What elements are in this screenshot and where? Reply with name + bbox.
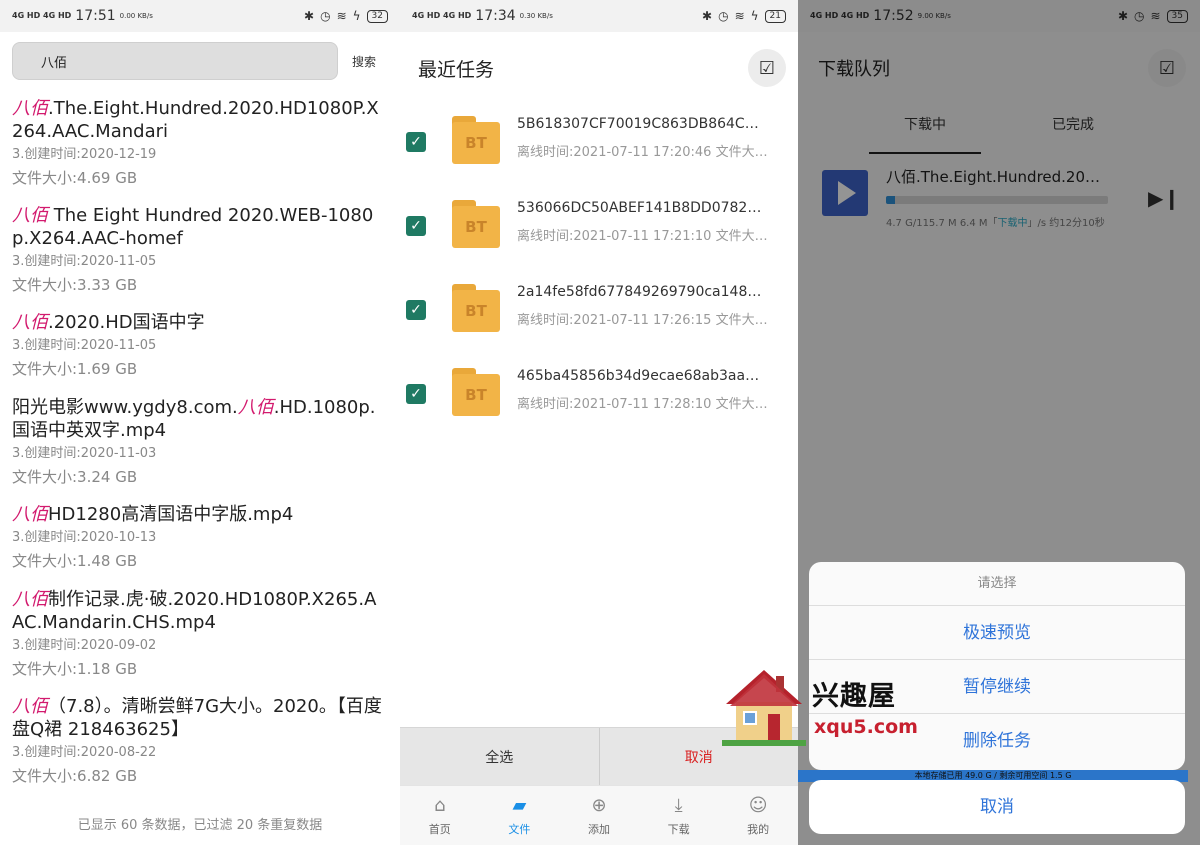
task-row[interactable]: ✓ BT 536066DC50ABEF141B8DD0782… 离线时间:2021-0…: [400, 188, 798, 272]
add-icon: ⊕: [591, 794, 607, 816]
watermark-url: xqu5.com: [814, 716, 918, 738]
tab-download[interactable]: ⤓ 下载: [639, 786, 719, 845]
result-size: 文件大小:3.24 GB: [12, 468, 138, 486]
wifi-icon: ≋: [734, 9, 745, 23]
task-detail: 离线时间:2021-07-11 17:26:15 文件大…: [517, 313, 768, 328]
result-title: 八佰（7.8）。清晰尝鲜7G大小。2020。【百度盘Q裙 218463625】: [12, 696, 382, 740]
status-bar: 4G HD 4G HD 17:51 0.00 KB/s ✱ ◷ ≋ ϟ 32: [0, 0, 400, 32]
page-title: 最近任务: [418, 58, 495, 81]
site-watermark: 兴趣屋 xqu5.com: [718, 664, 918, 748]
alarm-icon: ◷: [320, 9, 331, 23]
result-date: 3.创建时间:2020-10-13: [12, 530, 157, 545]
list-item[interactable]: 八佰HD1280高清国语中字版.mp4 3.创建时间:2020-10-13 文件大小…: [0, 503, 400, 571]
battery-level: 32: [366, 9, 388, 23]
bluetooth-icon: ✱: [304, 9, 315, 23]
list-item[interactable]: 八佰 The Eight Hundred 2020.WEB-1080p.X264…: [0, 204, 400, 295]
tab-label: 添加: [587, 822, 610, 836]
watermark-title: 兴趣屋: [812, 681, 896, 712]
charging-icon: ϟ: [352, 9, 361, 23]
checkbox[interactable]: ✓: [406, 300, 426, 320]
result-title: 八佰HD1280高清国语中字版.mp4: [12, 504, 294, 525]
wifi-icon: ≋: [336, 9, 347, 23]
bt-folder-icon: BT: [452, 116, 500, 164]
result-size: 文件大小:1.48 GB: [12, 552, 138, 570]
action-sheet-title: 请选择: [809, 562, 1185, 606]
select-all-button[interactable]: 全选: [400, 728, 600, 785]
bottom-tab-bar: ⌂ 首页 ▰ 文件 ⊕ 添加 ⤓ 下载 ☺ 我的: [400, 785, 798, 845]
task-name: 465ba45856b34d9ecae68ab3aa…: [517, 368, 760, 384]
task-row[interactable]: ✓ BT 5B618307CF70019C863DB864C… 离线时间:2021-0…: [400, 104, 798, 188]
search-input[interactable]: 八佰: [12, 42, 338, 80]
tab-home[interactable]: ⌂ 首页: [400, 786, 480, 845]
network-speed: 0.00 KB/s: [119, 12, 153, 20]
search-row: 八佰 搜索: [0, 32, 400, 90]
tab-profile[interactable]: ☺ 我的: [718, 786, 798, 845]
checkbox[interactable]: ✓: [406, 384, 426, 404]
list-item[interactable]: 八佰.2020.HD国语中字 3.创建时间:2020-11-05 文件大小:1.69…: [0, 311, 400, 379]
header: 最近任务 ☑: [400, 32, 798, 104]
tab-label: 我的: [747, 822, 770, 836]
search-button[interactable]: 搜索: [352, 53, 376, 70]
battery-level: 21: [764, 9, 786, 23]
list-item[interactable]: 八佰制作记录.虎·破.2020.HD1080P.X265.AAC.Mandari…: [0, 588, 400, 679]
tab-files[interactable]: ▰ 文件: [480, 786, 560, 845]
list-item[interactable]: 阳光电影www.ygdy8.com.八佰.HD.1080p.国语中英双字.mp4…: [0, 396, 400, 487]
result-title: 八佰.2020.HD国语中字: [12, 312, 205, 333]
folder-icon: ▰: [512, 794, 527, 816]
result-size: 文件大小:1.69 GB: [12, 360, 138, 378]
task-name: 536066DC50ABEF141B8DD0782…: [517, 200, 762, 216]
home-icon: ⌂: [434, 794, 446, 816]
task-row[interactable]: ✓ BT 465ba45856b34d9ecae68ab3aa… 离线时间:2021-…: [400, 356, 798, 440]
checkbox[interactable]: ✓: [406, 132, 426, 152]
action-sheet-cancel-button[interactable]: 取消: [809, 780, 1185, 834]
result-title: 八佰.The.Eight.Hundred.2020.HD1080P.X264.A…: [12, 98, 379, 142]
result-size: 文件大小:6.82 GB: [12, 767, 138, 785]
result-size: 文件大小:1.18 GB: [12, 660, 138, 678]
bt-folder-icon: BT: [452, 284, 500, 332]
checkbox[interactable]: ✓: [406, 216, 426, 236]
result-title: 八佰 The Eight Hundred 2020.WEB-1080p.X264…: [12, 205, 374, 249]
task-detail: 离线时间:2021-07-11 17:20:46 文件大…: [517, 145, 768, 160]
result-date: 3.创建时间:2020-12-19: [12, 147, 157, 162]
bluetooth-icon: ✱: [702, 9, 713, 23]
profile-icon: ☺: [748, 794, 768, 816]
tab-label: 文件: [508, 822, 531, 836]
tab-label: 首页: [428, 822, 451, 836]
result-size: 文件大小:4.69 GB: [12, 169, 138, 187]
bt-folder-icon: BT: [452, 200, 500, 248]
charging-icon: ϟ: [750, 9, 759, 23]
multi-select-button[interactable]: ☑: [748, 49, 786, 87]
signal-indicator: 4G HD 4G HD: [412, 11, 472, 20]
status-bar: 4G HD 4G HD 17:34 0.30 KB/s ✱ ◷ ≋ ϟ 21: [400, 0, 798, 32]
quick-preview-option[interactable]: 极速预览: [809, 606, 1185, 660]
result-size: 文件大小:3.33 GB: [12, 276, 138, 294]
list-item[interactable]: 八佰（7.8）。清晰尝鲜7G大小。2020。【百度盘Q裙 218463625】 3…: [0, 695, 400, 786]
tab-label: 下载: [667, 822, 690, 836]
task-name: 5B618307CF70019C863DB864C…: [517, 116, 759, 132]
checklist-icon: ☑: [758, 57, 776, 79]
result-title: 阳光电影www.ygdy8.com.八佰.HD.1080p.国语中英双字.mp4: [12, 397, 376, 441]
clock: 17:34: [475, 8, 516, 24]
task-name: 2a14fe58fd677849269790ca148…: [517, 284, 762, 300]
house-logo-icon: [722, 670, 806, 746]
result-date: 3.创建时间:2020-11-05: [12, 338, 157, 353]
result-date: 3.创建时间:2020-11-03: [12, 446, 157, 461]
alarm-icon: ◷: [718, 9, 729, 23]
network-speed: 0.30 KB/s: [519, 12, 553, 20]
search-results-screen: 4G HD 4G HD 17:51 0.00 KB/s ✱ ◷ ≋ ϟ 32 八…: [0, 0, 400, 845]
signal-indicator: 4G HD 4G HD: [12, 11, 72, 20]
result-date: 3.创建时间:2020-09-02: [12, 638, 157, 653]
task-detail: 离线时间:2021-07-11 17:21:10 文件大小…: [517, 229, 769, 244]
task-detail: 离线时间:2021-07-11 17:28:10 文件大…: [517, 397, 768, 412]
download-icon: ⤓: [674, 794, 683, 816]
bt-folder-icon: BT: [452, 368, 500, 416]
result-count-note: 已显示 60 条数据，已过滤 20 条重复数据: [77, 818, 323, 833]
list-item[interactable]: 八佰.The.Eight.Hundred.2020.HD1080P.X264.A…: [0, 97, 400, 188]
clock: 17:51: [75, 8, 116, 24]
result-date: 3.创建时间:2020-08-22: [12, 745, 157, 760]
result-date: 3.创建时间:2020-11-05: [12, 254, 157, 269]
result-title: 八佰制作记录.虎·破.2020.HD1080P.X265.AAC.Mandari…: [12, 589, 377, 633]
tab-add[interactable]: ⊕ 添加: [559, 786, 639, 845]
task-row[interactable]: ✓ BT 2a14fe58fd677849269790ca148… 离线时间:2021…: [400, 272, 798, 356]
